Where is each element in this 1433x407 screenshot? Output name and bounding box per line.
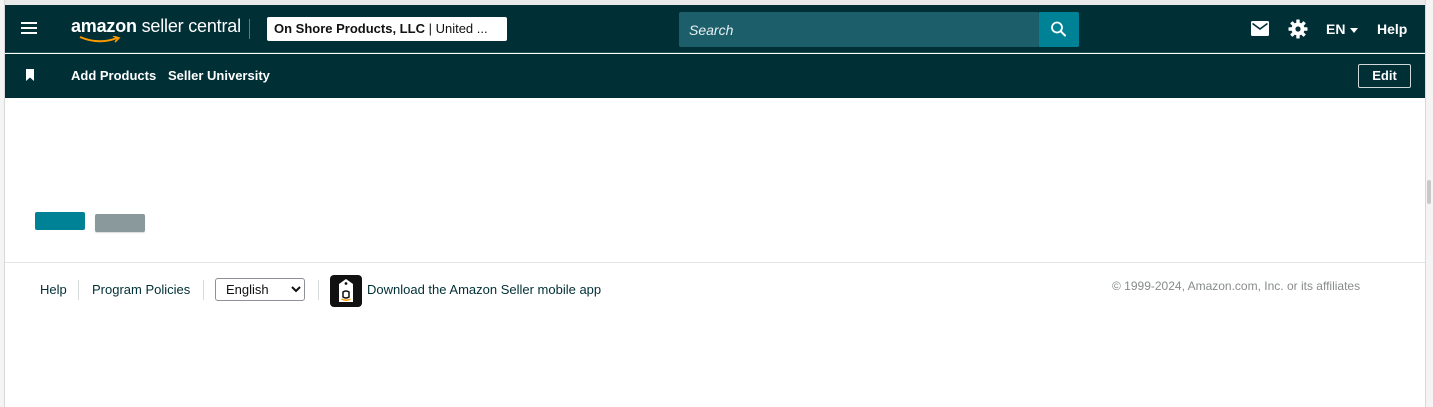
search-box — [679, 12, 1039, 47]
search-icon — [1051, 21, 1066, 37]
shopping-tag-icon — [339, 279, 353, 302]
footer-program-policies-link[interactable]: Program Policies — [92, 282, 190, 297]
copyright-text: © 1999-2024, Amazon.com, Inc. or its aff… — [1112, 279, 1361, 293]
footer-separator — [78, 280, 79, 300]
hamburger-menu-icon[interactable] — [19, 19, 39, 39]
bookmark-icon[interactable] — [25, 69, 35, 81]
language-label: EN — [1326, 21, 1346, 37]
chevron-down-icon — [1350, 27, 1359, 33]
edit-bookmarks-button[interactable]: Edit — [1358, 64, 1411, 88]
page-frame: amazon seller central On Shore Products,… — [5, 5, 1425, 407]
header-divider — [249, 19, 250, 39]
seller-central-logo[interactable]: amazon seller central — [71, 16, 241, 44]
footer-help-link[interactable]: Help — [40, 282, 67, 297]
amazon-app-icon[interactable] — [330, 275, 362, 307]
footer-divider — [5, 262, 1425, 263]
search-button[interactable] — [1039, 12, 1079, 47]
download-app-link[interactable]: Download the Amazon Seller mobile app — [367, 282, 601, 297]
top-navigation-bar: amazon seller central On Shore Products,… — [5, 5, 1425, 53]
primary-button[interactable] — [35, 212, 85, 230]
search-input[interactable] — [679, 12, 1039, 47]
footer-separator — [318, 280, 319, 300]
mail-icon[interactable] — [1251, 21, 1269, 36]
language-selector[interactable]: EN — [1326, 21, 1359, 37]
account-name: On Shore Products, LLC — [274, 21, 425, 36]
bookmark-seller-university[interactable]: Seller University — [168, 68, 270, 83]
footer-language-select[interactable]: English — [215, 278, 305, 301]
help-link[interactable]: Help — [1377, 21, 1407, 37]
logo-text-amazon: amazon — [71, 16, 137, 36]
scrollbar-thumb[interactable] — [1427, 180, 1431, 204]
secondary-button[interactable] — [95, 214, 145, 232]
bookmark-add-products[interactable]: Add Products — [71, 68, 156, 83]
account-switcher[interactable]: On Shore Products, LLC | United ... — [267, 17, 507, 41]
footer-separator — [203, 280, 204, 300]
bookmark-bar: Add Products Seller University Edit — [5, 54, 1425, 98]
account-region: | United ... — [424, 21, 488, 36]
gear-icon[interactable] — [1288, 19, 1308, 39]
logo-text-seller-central: seller central — [136, 16, 241, 36]
amazon-smile-icon — [79, 36, 121, 43]
